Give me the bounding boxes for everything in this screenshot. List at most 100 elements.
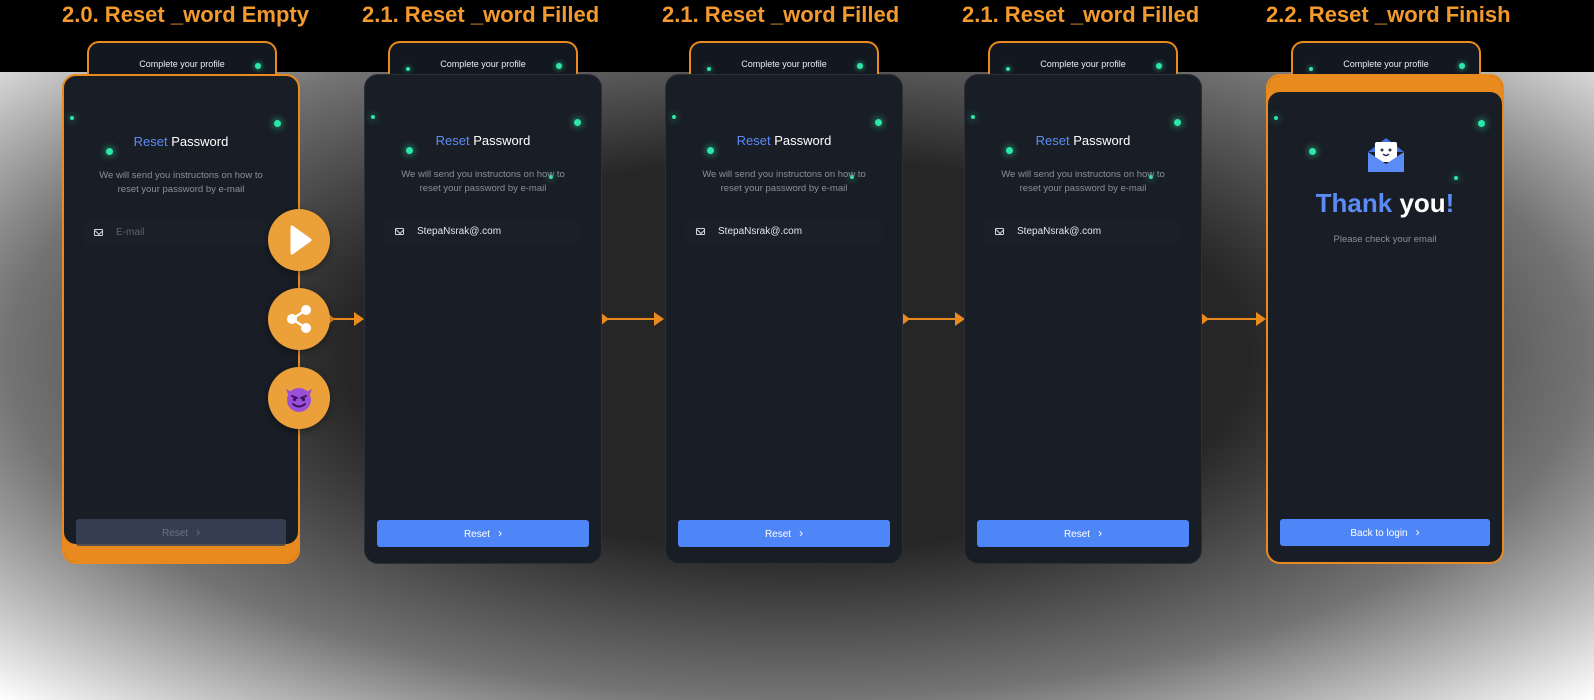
phone-screen-empty: Reset Password We will send you instruct… bbox=[62, 74, 300, 564]
instructions-text: We will send you instructons on how to r… bbox=[1001, 169, 1165, 194]
screen-heading: Reset Password bbox=[365, 133, 601, 148]
devil-emoji-button[interactable] bbox=[268, 367, 330, 429]
thanks-accent: Thank bbox=[1315, 188, 1393, 218]
frame-title-finish: 2.2. Reset _word Finish bbox=[1266, 2, 1511, 27]
play-button[interactable] bbox=[268, 209, 330, 271]
phone-screen-filled: Reset Password We will send you instruct… bbox=[964, 74, 1202, 564]
glow-dot bbox=[1459, 63, 1465, 69]
heading-rest: Password bbox=[1069, 133, 1131, 148]
smiling-imp-emoji-icon bbox=[286, 388, 312, 412]
tab-label: Complete your profile bbox=[139, 59, 225, 69]
share-button[interactable] bbox=[268, 288, 330, 350]
chevron-right-icon: › bbox=[196, 525, 201, 539]
glow-dot bbox=[1309, 148, 1316, 155]
button-label: Reset bbox=[161, 528, 189, 539]
mail-envelope-icon bbox=[1368, 138, 1404, 172]
profile-tab[interactable]: Complete your profile bbox=[988, 41, 1178, 77]
thanks-white: you bbox=[1392, 188, 1446, 218]
heading-rest: Password bbox=[469, 133, 531, 148]
check-email-text: Please check your email bbox=[1333, 234, 1437, 245]
heading-accent: Reset bbox=[133, 134, 168, 149]
heading-rest: Password bbox=[770, 133, 832, 148]
chevron-right-icon: › bbox=[1098, 526, 1103, 540]
flow-arrow bbox=[901, 312, 965, 326]
mail-icon bbox=[696, 228, 705, 235]
instructions-text: We will send you instructons on how to r… bbox=[702, 169, 866, 194]
glow-dot bbox=[1156, 63, 1162, 69]
heading-accent: Reset bbox=[736, 133, 771, 148]
profile-tab[interactable]: Complete your profile bbox=[388, 41, 578, 77]
glow-dot bbox=[1006, 67, 1010, 71]
email-value: StepaNsrak@.com bbox=[1017, 226, 1102, 237]
email-field[interactable]: StepaNsrak@.com bbox=[985, 219, 1181, 245]
email-field[interactable]: StepaNsrak@.com bbox=[686, 219, 882, 245]
glow-dot bbox=[70, 116, 74, 120]
chevron-right-icon: › bbox=[498, 526, 503, 540]
profile-tab[interactable]: Complete your profile bbox=[689, 41, 879, 77]
glow-dot bbox=[371, 115, 375, 119]
email-field[interactable]: E-mail bbox=[84, 220, 278, 246]
thank-you-heading: Thank you! bbox=[1268, 188, 1502, 219]
glow-dot bbox=[707, 67, 711, 71]
reset-button[interactable]: Reset › bbox=[678, 520, 890, 547]
button-label: Reset bbox=[1063, 529, 1091, 540]
reset-button[interactable]: Reset › bbox=[977, 520, 1189, 547]
button-label: Reset bbox=[764, 529, 792, 540]
email-value: StepaNsrak@.com bbox=[417, 226, 502, 237]
glow-dot bbox=[274, 120, 281, 127]
instructions-text: We will send you instructons on how to r… bbox=[99, 170, 263, 195]
play-icon bbox=[290, 225, 312, 255]
chevron-right-icon: › bbox=[1415, 525, 1420, 539]
heading-accent: Reset bbox=[435, 133, 470, 148]
screen-heading: Reset Password bbox=[666, 133, 902, 148]
frame-title-filled-2: 2.1. Reset _word Filled bbox=[662, 2, 900, 27]
thanks-exclamation: ! bbox=[1445, 188, 1455, 218]
phone-screen-filled: Reset Password We will send you instruct… bbox=[665, 74, 903, 564]
mail-icon bbox=[395, 228, 404, 235]
tab-label: Complete your profile bbox=[440, 59, 526, 69]
glow-dot bbox=[406, 147, 413, 154]
flow-arrow bbox=[326, 312, 364, 326]
glow-dot bbox=[106, 148, 113, 155]
glow-dot bbox=[1274, 116, 1278, 120]
reset-button[interactable]: Reset › bbox=[377, 520, 589, 547]
flow-arrow bbox=[1200, 312, 1266, 326]
glow-dot bbox=[1174, 119, 1181, 126]
chevron-right-icon: › bbox=[799, 526, 804, 540]
glow-dot bbox=[1454, 176, 1458, 180]
glow-dot bbox=[875, 119, 882, 126]
button-label: Back to login bbox=[1350, 528, 1408, 539]
reset-button[interactable]: Reset › bbox=[76, 519, 286, 546]
flow-arrow bbox=[600, 312, 664, 326]
phone-screen-finish: Thank you! Please check your email Back … bbox=[1266, 74, 1504, 564]
tab-label: Complete your profile bbox=[1040, 59, 1126, 69]
tab-label: Complete your profile bbox=[741, 59, 827, 69]
profile-tab[interactable]: Complete your profile bbox=[87, 41, 277, 77]
screen-heading: Reset Password bbox=[965, 133, 1201, 148]
back-to-login-button[interactable]: Back to login › bbox=[1280, 519, 1490, 546]
tab-label: Complete your profile bbox=[1343, 59, 1429, 69]
flow-canvas: 2.0. Reset _word Empty 2.1. Reset _word … bbox=[0, 0, 1594, 700]
glow-dot bbox=[857, 63, 863, 69]
glow-dot bbox=[1006, 147, 1013, 154]
glow-dot bbox=[574, 119, 581, 126]
email-value: StepaNsrak@.com bbox=[718, 226, 803, 237]
profile-tab[interactable]: Complete your profile bbox=[1291, 41, 1481, 77]
glow-dot bbox=[971, 115, 975, 119]
phone-screen-filled: Reset Password We will send you instruct… bbox=[364, 74, 602, 564]
mail-icon bbox=[94, 229, 103, 236]
instructions-text: We will send you instructons on how to r… bbox=[401, 169, 565, 194]
glow-dot bbox=[255, 63, 261, 69]
frame-title-filled-1: 2.1. Reset _word Filled bbox=[362, 2, 600, 27]
glow-dot bbox=[672, 115, 676, 119]
glow-dot bbox=[1309, 67, 1313, 71]
glow-dot bbox=[707, 147, 714, 154]
glow-dot bbox=[406, 67, 410, 71]
glow-dot bbox=[556, 63, 562, 69]
email-field[interactable]: StepaNsrak@.com bbox=[385, 219, 581, 245]
button-label: Reset bbox=[463, 529, 491, 540]
share-icon bbox=[287, 305, 311, 333]
mail-icon bbox=[995, 228, 1004, 235]
frame-title-filled-3: 2.1. Reset _word Filled bbox=[962, 2, 1200, 27]
glow-dot bbox=[1478, 120, 1485, 127]
